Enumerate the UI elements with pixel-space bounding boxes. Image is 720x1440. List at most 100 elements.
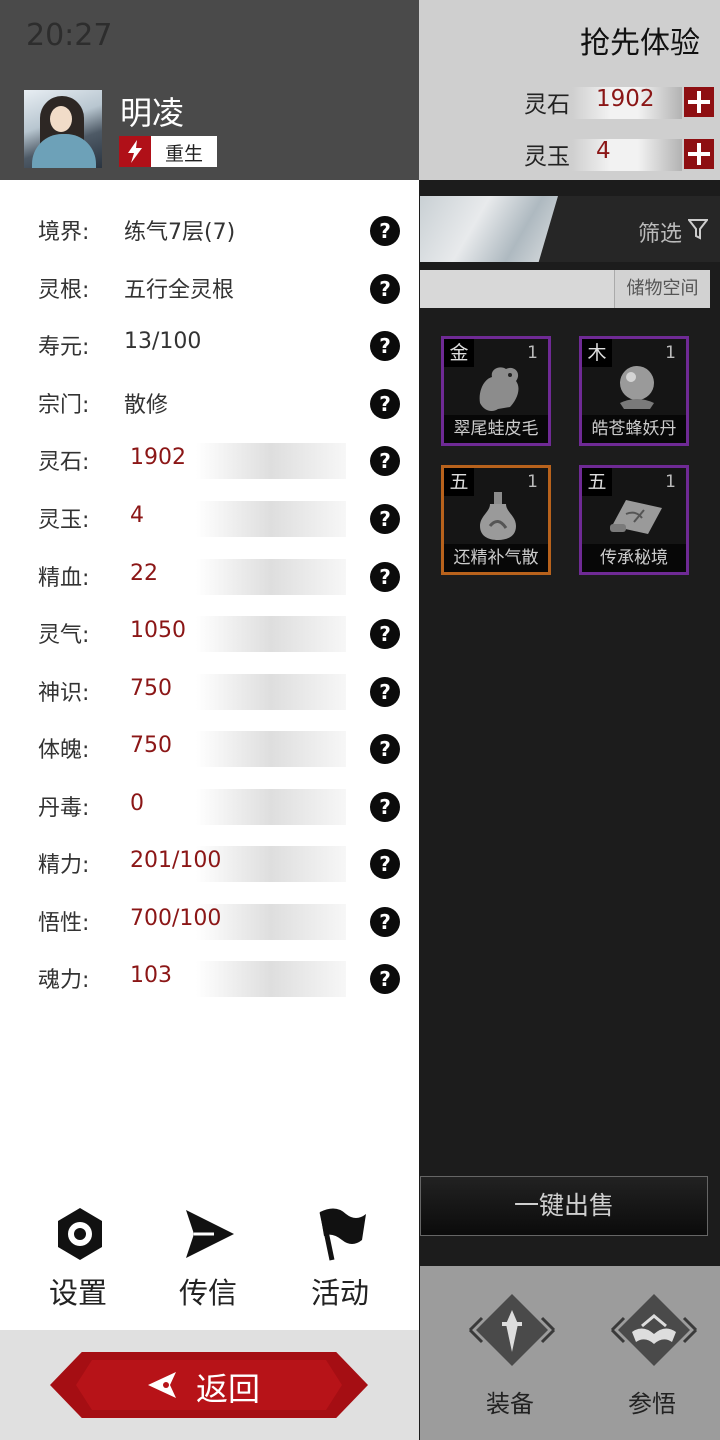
- inventory-item[interactable]: 木 1 皓苍蜂妖丹: [579, 336, 689, 446]
- map-scroll-icon: [610, 500, 662, 534]
- stat-row-root: 灵根: 五行全灵根 ?: [0, 263, 419, 313]
- filter-button[interactable]: 筛选: [638, 216, 682, 248]
- back-button[interactable]: 返回: [50, 1352, 368, 1418]
- equipment-button[interactable]: 装备: [460, 1290, 560, 1420]
- stat-row-physique: 体魄: 750 ?: [0, 723, 419, 773]
- status-time: 20:27: [26, 18, 113, 53]
- comprehend-button[interactable]: 参悟: [602, 1290, 702, 1420]
- storage-space-button[interactable]: 储物空间: [614, 270, 710, 308]
- help-icon[interactable]: ?: [370, 677, 400, 707]
- stat-label: 体魄:: [38, 738, 90, 763]
- pearl-orb-icon: [620, 366, 654, 409]
- help-icon[interactable]: ?: [370, 562, 400, 592]
- stat-value: 22: [130, 561, 158, 586]
- stat-label: 魂力:: [38, 968, 90, 993]
- stat-value: 201/100: [130, 848, 222, 873]
- item-name: 还精补气散: [444, 544, 548, 572]
- stat-row-spirit-stone: 灵石: 1902 ?: [0, 435, 419, 485]
- stat-label: 灵气:: [38, 623, 90, 648]
- send-message-button[interactable]: 传信: [158, 1206, 258, 1316]
- stat-bar: 750: [96, 674, 346, 710]
- lightning-icon: [119, 136, 151, 167]
- stat-label: 境界:: [38, 220, 90, 245]
- item-quantity: 1: [665, 472, 676, 492]
- item-quantity: 1: [527, 343, 538, 363]
- drawer-header: 20:27 明凌 重生: [0, 0, 419, 180]
- help-icon[interactable]: ?: [370, 964, 400, 994]
- help-icon[interactable]: ?: [370, 274, 400, 304]
- inventory-item[interactable]: 五 1 还精补气散: [441, 465, 551, 575]
- stat-bar: 0: [96, 789, 346, 825]
- avatar[interactable]: [24, 90, 102, 168]
- stat-value: 750: [130, 676, 172, 701]
- open-book-icon: [610, 1294, 698, 1366]
- stat-value: 1902: [130, 445, 186, 470]
- early-access-title: 抢先体验: [580, 26, 700, 61]
- stat-value: 练气7层(7): [124, 220, 236, 245]
- inventory-item[interactable]: 五 1 传承秘境: [579, 465, 689, 575]
- item-quantity: 1: [665, 343, 676, 363]
- resource-value: 4: [596, 138, 611, 164]
- resource-spirit-jade: 灵玉 4: [420, 135, 720, 175]
- activity-button[interactable]: 活动: [290, 1206, 390, 1316]
- storage-strip: 储物空间: [420, 270, 710, 308]
- help-icon[interactable]: ?: [370, 504, 400, 534]
- item-quantity: 1: [527, 472, 538, 492]
- gourd-bottle-icon: [480, 492, 516, 540]
- help-icon[interactable]: ?: [370, 331, 400, 361]
- stat-value: 750: [130, 733, 172, 758]
- settings-icon: [58, 1208, 102, 1260]
- equipment-label: 装备: [486, 1390, 534, 1418]
- stat-row-pill-toxin: 丹毒: 0 ?: [0, 781, 419, 831]
- avatar-face: [50, 106, 72, 132]
- help-icon[interactable]: ?: [370, 734, 400, 764]
- help-icon[interactable]: ?: [370, 792, 400, 822]
- stat-row-spirit-jade: 灵玉: 4 ?: [0, 493, 419, 543]
- stat-label: 精力:: [38, 853, 90, 878]
- inventory-item[interactable]: 金 1 翠尾蛙皮毛: [441, 336, 551, 446]
- inventory-banner: 筛选: [420, 196, 720, 262]
- add-spirit-jade-button[interactable]: [684, 139, 714, 169]
- resource-label: 灵玉: [524, 144, 570, 170]
- help-icon[interactable]: ?: [370, 216, 400, 246]
- stat-value: 0: [130, 791, 144, 816]
- stat-row-soul-power: 魂力: 103 ?: [0, 953, 419, 1003]
- stat-row-qi: 灵气: 1050 ?: [0, 608, 419, 658]
- help-icon[interactable]: ?: [370, 619, 400, 649]
- comprehend-label: 参悟: [628, 1390, 676, 1418]
- back-arrow-icon: [148, 1372, 176, 1398]
- item-name: 传承秘境: [582, 544, 686, 572]
- sell-all-button[interactable]: 一键出售: [420, 1176, 708, 1236]
- stat-label: 灵玉:: [38, 508, 90, 533]
- stat-label: 丹毒:: [38, 796, 90, 821]
- stat-row-realm: 境界: 练气7层(7) ?: [0, 205, 419, 255]
- add-spirit-stone-button[interactable]: [684, 87, 714, 117]
- rebirth-button[interactable]: 重生: [119, 136, 217, 167]
- resource-spirit-stone: 灵石 1902: [420, 83, 720, 123]
- sword-emblem-icon: [468, 1294, 556, 1366]
- settings-button[interactable]: 设置: [28, 1206, 128, 1316]
- resource-label: 灵石: [524, 92, 570, 118]
- help-icon[interactable]: ?: [370, 389, 400, 419]
- stat-label: 寿元:: [38, 335, 90, 360]
- stat-label: 灵石:: [38, 450, 90, 475]
- stat-label: 宗门:: [38, 393, 90, 418]
- resource-bar: [572, 139, 682, 171]
- stat-row-divine-sense: 神识: 750 ?: [0, 666, 419, 716]
- send-message-label: 传信: [178, 1276, 237, 1310]
- stat-bar: 103: [96, 961, 346, 997]
- stat-label: 悟性:: [38, 911, 90, 936]
- help-icon[interactable]: ?: [370, 446, 400, 476]
- inventory-bottom-bar: 装备 参悟: [420, 1266, 720, 1440]
- help-icon[interactable]: ?: [370, 849, 400, 879]
- back-area: 返回: [0, 1330, 419, 1440]
- filter-icon[interactable]: [688, 218, 708, 240]
- stat-row-lifespan: 寿元: 13/100 ?: [0, 320, 419, 370]
- help-icon[interactable]: ?: [370, 907, 400, 937]
- resource-value: 1902: [596, 86, 655, 112]
- flag-icon: [319, 1208, 366, 1261]
- stat-value: 4: [130, 503, 144, 528]
- player-name: 明凌: [120, 94, 185, 132]
- stat-value: 103: [130, 963, 172, 988]
- activity-label: 活动: [310, 1276, 369, 1310]
